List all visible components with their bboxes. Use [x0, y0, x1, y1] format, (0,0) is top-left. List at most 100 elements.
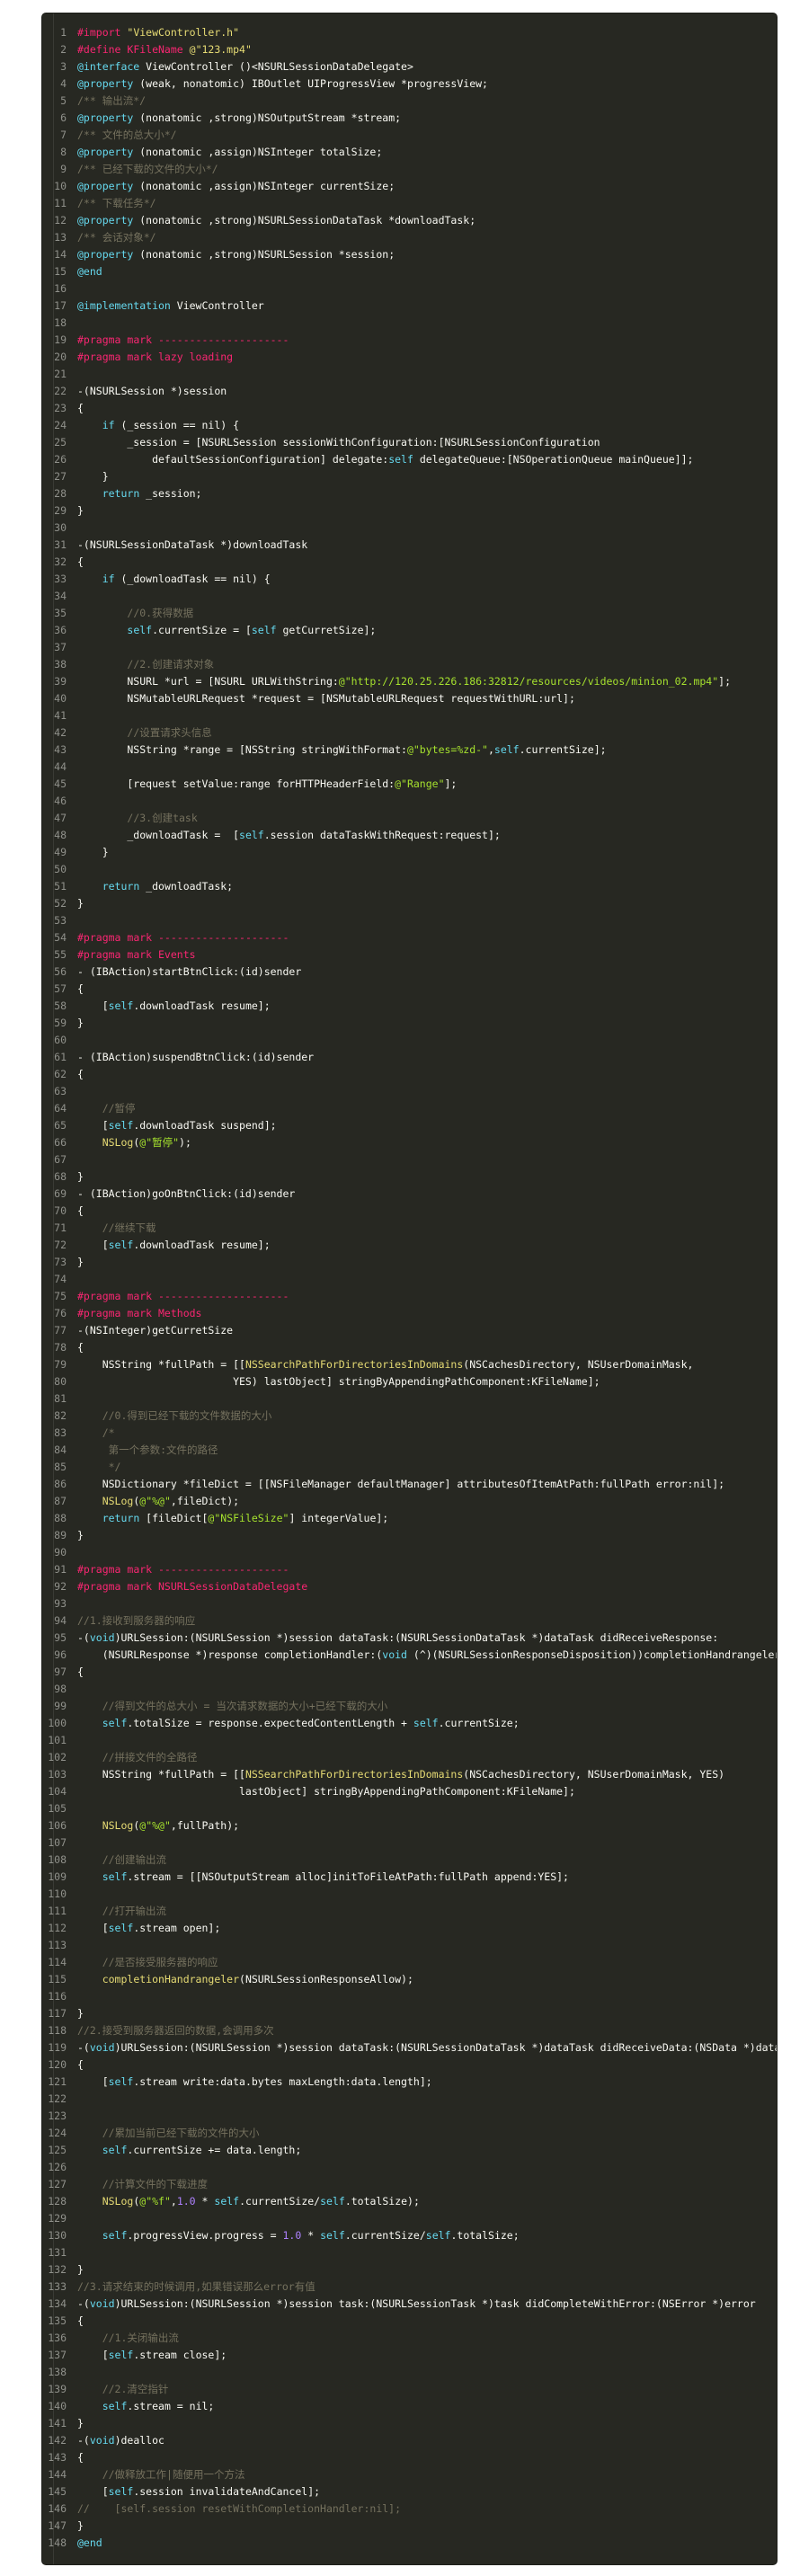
code-line: 145 [self.session invalidateAndCancel]; — [42, 2483, 777, 2500]
code-token: (nonatomic ,strong)NSURLSessionDataTask … — [139, 214, 476, 227]
code-text: @property (nonatomic ,strong)NSOutputStr… — [67, 110, 401, 127]
code-token: self — [425, 2229, 451, 2242]
code-token: { — [77, 555, 84, 568]
code-line: 26 defaultSessionConfiguration] delegate… — [42, 451, 777, 468]
line-number: 13 — [54, 231, 67, 244]
line-number: 131 — [48, 2246, 67, 2259]
code-line: 114 //是否接受服务器的响应 — [42, 1954, 777, 1971]
line-number: 9 — [60, 163, 67, 175]
code-token: self — [320, 2229, 345, 2242]
code-line: 76 #pragma mark Methods — [42, 1305, 777, 1322]
code-token: self — [127, 624, 153, 636]
code-line: 90 — [42, 1544, 777, 1561]
code-token: self — [320, 2195, 345, 2207]
line-number: 100 — [48, 1717, 67, 1729]
code-token: .stream = [[NSOutputStream alloc]initToF… — [127, 1870, 569, 1883]
code-token: } — [77, 2007, 84, 2020]
code-line: 66 NSLog(@"暂停"); — [42, 1134, 777, 1151]
code-token: -( — [77, 2041, 90, 2054]
code-token: //计算文件的下载进度 — [102, 2178, 209, 2190]
code-token: self — [214, 2195, 240, 2207]
code-line: 124 //累加当前已经下载的文件的大小 — [42, 2125, 777, 2142]
line-number: 46 — [54, 795, 67, 807]
code-token: lastObject] stringByAppendingPathCompone… — [77, 1785, 575, 1798]
code-token: self — [388, 453, 420, 466]
code-line: 48 _downloadTask = [self.session dataTas… — [42, 827, 777, 844]
code-token: /** 已经下载的文件的大小*/ — [77, 163, 218, 175]
line-number: 93 — [54, 1597, 67, 1610]
code-token: mark --------------------- — [127, 1290, 289, 1302]
line-number: 96 — [54, 1648, 67, 1661]
code-token: [ — [77, 999, 109, 1012]
code-text: { — [67, 1664, 84, 1681]
line-number: 85 — [54, 1461, 67, 1473]
line-number: 63 — [54, 1085, 67, 1097]
line-number: 128 — [48, 2195, 67, 2207]
code-token: NSSearchPathForDirectoriesInDomains — [244, 1768, 464, 1781]
code-text: } — [67, 2005, 84, 2022]
code-token: [ — [77, 2485, 109, 2498]
line-number: 101 — [48, 1734, 67, 1746]
code-line: 143 { — [42, 2449, 777, 2466]
line-number: 25 — [54, 436, 67, 449]
line-number: 133 — [48, 2280, 67, 2293]
code-text: //2.清空指针 — [67, 2381, 169, 2398]
code-token: //暂停 — [102, 1102, 136, 1115]
code-text: #pragma mark NSURLSessionDataDelegate — [67, 1578, 307, 1595]
code-text: /** 文件的总大小*/ — [67, 127, 177, 144]
code-line: 113 — [42, 1937, 777, 1954]
line-number: 68 — [54, 1170, 67, 1183]
code-text: /** 会话对象*/ — [67, 229, 156, 246]
code-token: if — [102, 573, 121, 585]
code-text: NSLog(@"%f",1.0 * self.currentSize/self.… — [67, 2193, 420, 2210]
code-token: { — [77, 2058, 84, 2071]
code-token: )URLSession:(NSURLSession *)session data… — [114, 1631, 719, 1644]
code-text: } — [67, 502, 84, 520]
line-number: 59 — [54, 1017, 67, 1029]
line-number: 110 — [48, 1888, 67, 1900]
code-text: @implementation ViewController — [67, 298, 264, 315]
line-number: 48 — [54, 829, 67, 841]
line-number: 118 — [48, 2024, 67, 2037]
code-text: } — [67, 1168, 84, 1186]
code-token: self — [108, 999, 134, 1012]
code-line: 23 { — [42, 400, 777, 417]
code-token: NSString *fullPath = [[ — [77, 1358, 245, 1371]
code-token: self — [108, 2485, 134, 2498]
line-number: 117 — [48, 2007, 67, 2020]
code-line: 17 @implementation ViewController — [42, 298, 777, 315]
code-line: 28 return _session; — [42, 485, 777, 502]
line-number: 42 — [54, 726, 67, 739]
code-token: @"Range" — [395, 777, 445, 790]
line-number: 107 — [48, 1836, 67, 1849]
code-text: //拼接文件的全路径 — [67, 1749, 198, 1766]
code-line: 59} — [42, 1015, 777, 1032]
code-token: NSURL *url = [NSURL URLWithString: — [77, 675, 339, 688]
code-lines: 1 #import "ViewController.h" 2 #define KFil… — [42, 24, 777, 2552]
code-editor[interactable]: 1 #import "ViewController.h" 2 #define KFil… — [42, 13, 777, 2564]
code-token: if — [102, 419, 121, 431]
code-text: //计算文件的下载进度 — [67, 2176, 208, 2193]
code-text: -(NSInteger)getCurretSize — [67, 1322, 233, 1339]
code-text: /** 已经下载的文件的大小*/ — [67, 161, 218, 178]
code-token: ViewController — [176, 299, 264, 312]
code-text: @end — [67, 263, 102, 280]
code-text: { — [67, 1203, 84, 1220]
code-token: mark --------------------- — [127, 931, 289, 944]
code-token: [ — [77, 1239, 109, 1251]
code-line: 64 //暂停 — [42, 1100, 777, 1117]
line-number: 142 — [48, 2434, 67, 2447]
code-token: .session invalidateAndCancel]; — [133, 2485, 321, 2498]
code-line: 25 _session = [NSURLSession sessionWithC… — [42, 434, 777, 451]
code-line: 75 #pragma mark --------------------- — [42, 1288, 777, 1305]
